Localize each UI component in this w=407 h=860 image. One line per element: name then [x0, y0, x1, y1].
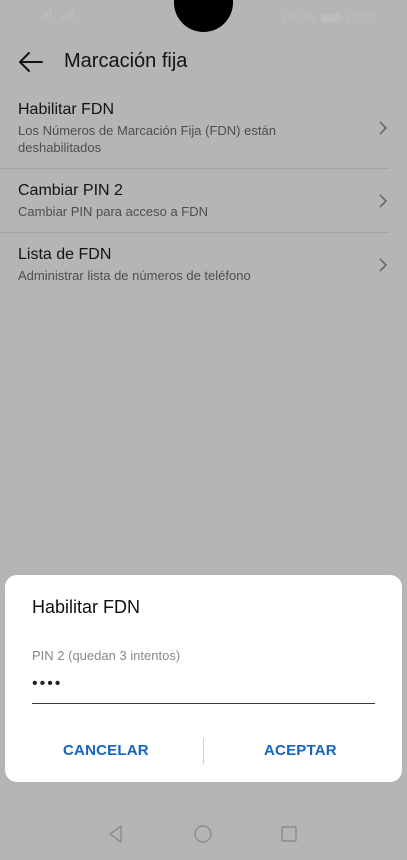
home-circle-icon[interactable]: [193, 824, 213, 844]
pin-field-label: PIN 2 (quedan 3 intentos): [32, 648, 181, 663]
navigation-bar: [0, 800, 407, 860]
pin-dialog: Habilitar FDN PIN 2 (quedan 3 intentos) …: [5, 575, 402, 782]
cancel-button[interactable]: CANCELAR: [63, 742, 149, 759]
recents-square-icon[interactable]: [279, 824, 299, 844]
button-divider: [203, 738, 204, 764]
screen: 100 % 10:00 Marcación fija Habilitar FDN…: [0, 0, 407, 860]
pin-input-underline: [32, 703, 375, 704]
back-triangle-icon[interactable]: [106, 824, 126, 844]
accept-button[interactable]: ACEPTAR: [264, 742, 337, 759]
dialog-title: Habilitar FDN: [32, 597, 141, 617]
pin-input[interactable]: ••••: [32, 675, 62, 693]
